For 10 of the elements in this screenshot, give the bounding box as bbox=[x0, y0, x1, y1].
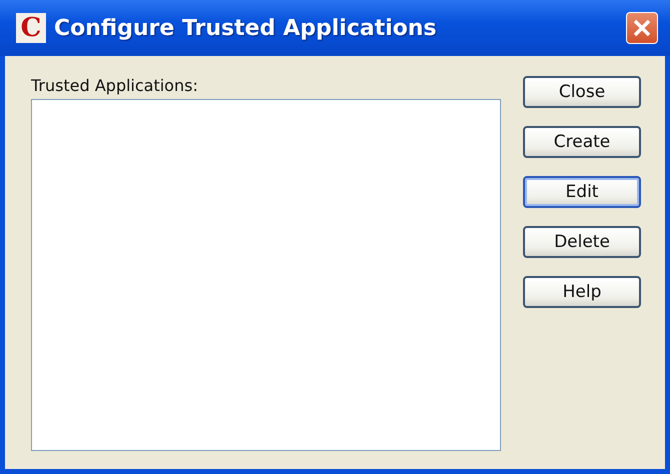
app-logo: C bbox=[16, 13, 46, 43]
close-icon bbox=[632, 18, 652, 38]
dialog-button[interactable]: Delete bbox=[523, 226, 641, 258]
dialog-button[interactable]: Edit bbox=[523, 176, 641, 208]
close-button[interactable] bbox=[626, 12, 658, 44]
list-label: Trusted Applications: bbox=[31, 76, 199, 95]
dialog-button[interactable]: Close bbox=[523, 76, 641, 108]
dialog-button[interactable]: Help bbox=[523, 276, 641, 308]
window-title: Configure Trusted Applications bbox=[54, 16, 438, 40]
dialog-button[interactable]: Create bbox=[523, 126, 641, 158]
